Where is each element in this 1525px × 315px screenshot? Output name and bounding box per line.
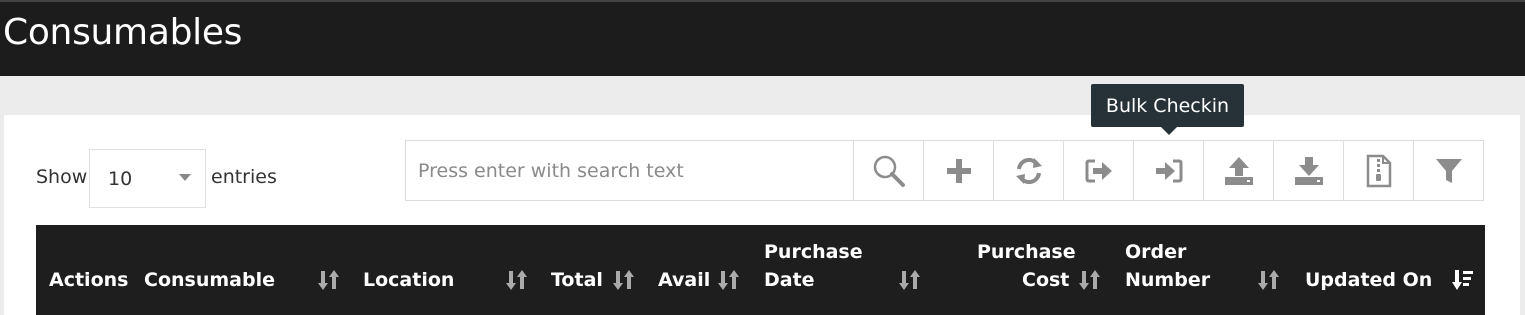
sort-icon[interactable] xyxy=(613,269,635,291)
page-size-value: 10 xyxy=(108,168,133,190)
col-purchase-cost-line2[interactable]: Cost xyxy=(1022,266,1069,294)
tooltip: Bulk Checkin xyxy=(1091,84,1244,127)
col-updated-on[interactable]: Updated On xyxy=(1305,266,1432,294)
export-button[interactable] xyxy=(1273,141,1343,200)
page-size-select[interactable]: 10 xyxy=(89,149,206,208)
zip-file-icon xyxy=(1366,154,1391,187)
add-button[interactable] xyxy=(923,141,993,200)
page-title: Consumables xyxy=(3,12,243,53)
col-order-number-line2[interactable]: Number xyxy=(1125,266,1210,294)
col-total[interactable]: Total xyxy=(551,266,603,294)
col-order-number-line1[interactable]: Order xyxy=(1125,238,1186,266)
table-toolbar xyxy=(405,140,1484,201)
sort-icon[interactable] xyxy=(1258,269,1280,291)
download-icon xyxy=(1294,156,1323,185)
refresh-button[interactable] xyxy=(993,141,1063,200)
checkout-icon xyxy=(1085,159,1112,182)
tooltip-arrow xyxy=(1161,127,1177,135)
sort-icon[interactable] xyxy=(899,269,921,291)
table-header: Actions Consumable Location Total Avail … xyxy=(36,225,1485,315)
upload-icon xyxy=(1224,156,1253,185)
filter-button[interactable] xyxy=(1413,141,1483,200)
sort-icon[interactable] xyxy=(506,269,528,291)
checkin-icon xyxy=(1155,159,1182,182)
search-input[interactable] xyxy=(406,141,853,200)
search-button[interactable] xyxy=(853,141,923,200)
col-avail[interactable]: Avail xyxy=(658,266,710,294)
col-purchase-date-line1[interactable]: Purchase xyxy=(764,238,863,266)
entries-label: entries xyxy=(211,166,277,188)
sort-desc-icon[interactable] xyxy=(1452,269,1474,291)
top-bar: Consumables xyxy=(0,0,1525,76)
bulk-checkin-button[interactable] xyxy=(1133,141,1203,200)
sort-icon[interactable] xyxy=(318,269,340,291)
col-purchase-cost-line1[interactable]: Purchase xyxy=(977,238,1076,266)
caret-down-icon xyxy=(179,174,191,181)
export-zip-button[interactable] xyxy=(1343,141,1413,200)
plus-icon xyxy=(946,158,971,183)
col-consumable[interactable]: Consumable xyxy=(144,266,275,294)
show-label: Show xyxy=(36,166,88,188)
search-icon xyxy=(873,155,905,187)
col-location[interactable]: Location xyxy=(363,266,454,294)
filter-icon xyxy=(1435,158,1462,183)
sort-icon[interactable] xyxy=(718,269,740,291)
bulk-checkout-button[interactable] xyxy=(1063,141,1133,200)
sort-icon[interactable] xyxy=(1079,269,1101,291)
col-actions: Actions xyxy=(49,269,129,291)
refresh-icon xyxy=(1015,157,1042,184)
import-button[interactable] xyxy=(1203,141,1273,200)
col-purchase-date-line2[interactable]: Date xyxy=(764,266,815,294)
